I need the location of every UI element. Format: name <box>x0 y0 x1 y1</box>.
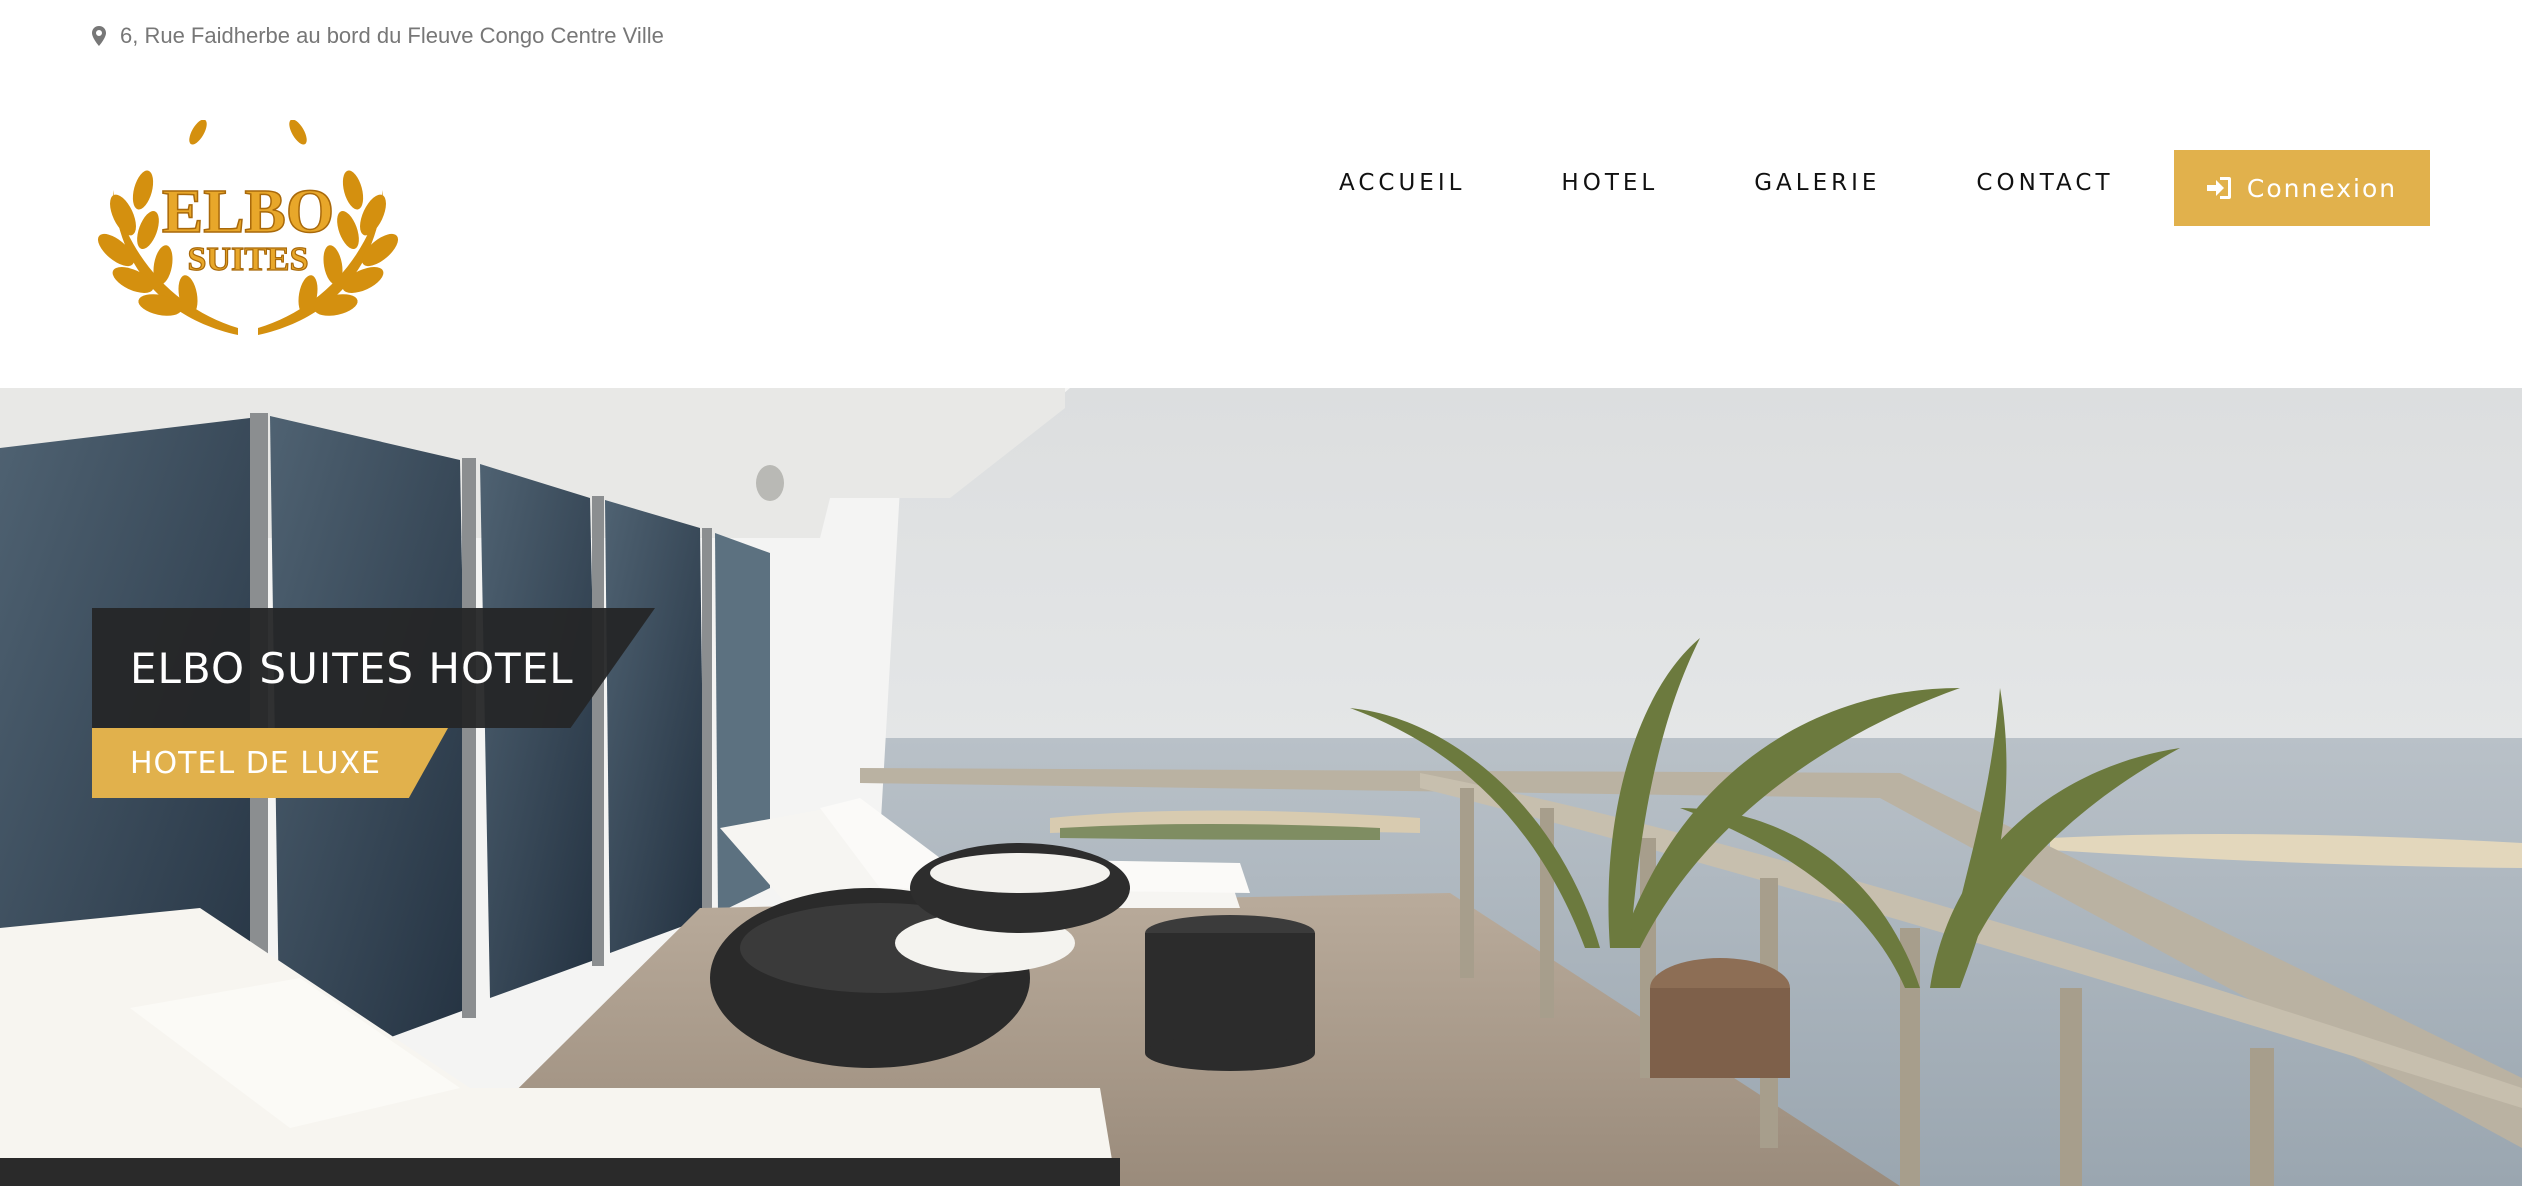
map-marker-icon <box>92 26 106 46</box>
login-label: Connexion <box>2246 173 2398 203</box>
main-nav: ACCUEIL HOTEL GALERIE CONTACT <box>1339 170 2114 196</box>
nav-accueil[interactable]: ACCUEIL <box>1339 170 1465 196</box>
hotel-logo[interactable]: ELBO SUITES <box>88 119 408 342</box>
hero-title-box: ELBO SUITES HOTEL <box>92 608 655 728</box>
svg-text:SUITES: SUITES <box>188 241 309 278</box>
sign-in-icon <box>2206 177 2231 199</box>
nav-galerie[interactable]: GALERIE <box>1754 170 1880 196</box>
address-text: 6, Rue Faidherbe au bord du Fleuve Congo… <box>120 23 664 48</box>
hero-subtitle: HOTEL DE LUXE <box>130 745 381 781</box>
nav-hotel[interactable]: HOTEL <box>1561 170 1658 196</box>
svg-text:ELBO: ELBO <box>162 178 334 246</box>
nav-contact[interactable]: CONTACT <box>1976 170 2113 196</box>
login-button[interactable]: Connexion <box>2174 150 2430 226</box>
hero-banner: ELBO SUITES HOTEL HOTEL DE LUXE <box>0 388 2522 1186</box>
hero-title: ELBO SUITES HOTEL <box>130 643 574 693</box>
hero-subtitle-box: HOTEL DE LUXE <box>92 728 448 798</box>
address-bar: 6, Rue Faidherbe au bord du Fleuve Congo… <box>92 20 664 52</box>
